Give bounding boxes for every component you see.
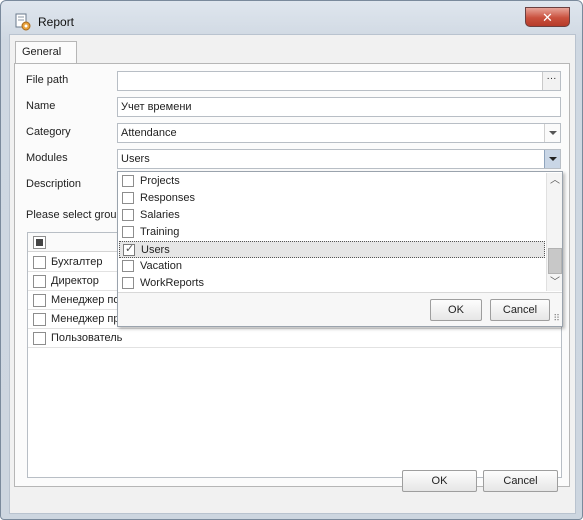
module-item-salaries[interactable]: Salaries [119,207,545,224]
module-label: Responses [140,192,196,204]
scroll-down-icon[interactable]: ﹀ [549,277,561,289]
close-button[interactable]: ✕ [525,7,570,27]
group-name: Менеджер по [51,294,120,306]
cancel-button[interactable]: Cancel [483,470,558,492]
module-label: Users [141,244,170,256]
row-checkbox[interactable] [33,256,46,269]
group-name: Бухгалтер [51,256,103,268]
table-row[interactable]: Пользователь [28,329,561,348]
module-checkbox[interactable] [122,192,134,204]
module-checkbox[interactable] [122,226,134,238]
module-label: Training [140,226,180,238]
chevron-down-icon [549,157,557,161]
select-all-checkbox[interactable] [33,236,46,249]
module-item-users[interactable]: ✓ Users [119,241,545,258]
module-checkbox[interactable]: ✓ [123,243,135,256]
browse-button[interactable]: ··· [542,72,560,90]
module-item-workreports[interactable]: WorkReports [119,275,545,292]
modules-label: Modules [26,152,68,164]
group-name: Пользователь [51,332,123,344]
module-checkbox[interactable] [122,277,134,289]
module-checkbox[interactable] [122,260,134,272]
module-label: Salaries [140,209,180,221]
report-app-icon [15,13,31,31]
row-checkbox[interactable] [33,294,46,307]
module-item-responses[interactable]: Responses [119,190,545,207]
title-bar[interactable]: Report ✕ [1,1,582,33]
modules-dropdown[interactable]: Users [117,149,561,169]
popup-cancel-button[interactable]: Cancel [490,299,550,321]
check-icon: ✓ [125,243,135,255]
modules-popup: Projects Responses Salaries Training ✓ U… [117,171,563,327]
row-checkbox[interactable] [33,275,46,288]
close-icon: ✕ [542,9,553,25]
module-checkbox[interactable] [122,209,134,221]
module-label: WorkReports [140,277,204,289]
module-item-training[interactable]: Training [119,224,545,241]
report-dialog: Report ✕ General File path ··· Name Учет… [0,0,583,520]
description-label: Description [26,178,82,190]
groups-prompt: Please select group [26,209,123,221]
category-dropdown-button[interactable] [544,124,560,142]
modules-dropdown-button[interactable] [544,150,560,168]
group-name: Директор [51,275,99,287]
window-title: Report [38,15,75,29]
scrollbar-thumb[interactable] [548,248,562,274]
name-value: Учет времени [121,101,192,113]
row-checkbox[interactable] [33,313,46,326]
row-checkbox[interactable] [33,332,46,345]
ok-button[interactable]: OK [402,470,477,492]
category-label: Category [26,126,71,138]
modules-scrollbar[interactable]: ︿ ﹀ [546,173,562,291]
module-item-vacation[interactable]: Vacation [119,258,545,275]
group-name: Менеджер пр [51,313,120,325]
module-label: Projects [140,175,180,187]
modules-popup-footer: OK Cancel ⠿ [118,292,562,326]
modules-value: Users [121,153,150,165]
file-path-label: File path [26,74,69,86]
category-value: Attendance [121,127,177,139]
module-item-projects[interactable]: Projects [119,173,545,190]
category-dropdown[interactable]: Attendance [117,123,561,143]
popup-ok-button[interactable]: OK [430,299,482,321]
scroll-up-icon[interactable]: ︿ [549,175,561,187]
name-label: Name [26,100,56,112]
module-checkbox[interactable] [122,175,134,187]
name-field[interactable]: Учет времени [117,97,561,117]
file-path-field[interactable]: ··· [117,71,561,91]
chevron-down-icon [549,131,557,135]
tab-general[interactable]: General [15,41,77,64]
module-label: Vacation [140,260,182,272]
resize-grip-icon[interactable]: ⠿ [553,313,560,324]
